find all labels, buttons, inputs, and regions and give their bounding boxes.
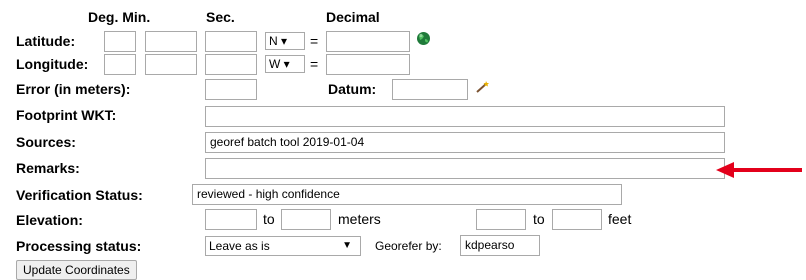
- processing-selected-value: Leave as is: [209, 239, 270, 253]
- error-label: Error (in meters):: [16, 81, 131, 97]
- elevation-to-label-1: to: [263, 211, 275, 227]
- header-sec: Sec.: [206, 9, 235, 25]
- longitude-label: Longitude:: [16, 56, 89, 72]
- processing-label: Processing status:: [16, 238, 142, 254]
- elevation-feet-unit: feet: [608, 211, 632, 227]
- dropdown-arrow-icon: ▼: [342, 240, 352, 251]
- longitude-equals: =: [310, 56, 319, 72]
- magic-wand-icon[interactable]: [475, 80, 491, 94]
- header-deg-min: Deg. Min.: [88, 9, 151, 25]
- latitude-label: Latitude:: [16, 33, 76, 49]
- longitude-hemisphere-select[interactable]: W ▾: [265, 55, 305, 73]
- footprint-label: Footprint WKT:: [16, 107, 117, 123]
- georefer-input[interactable]: kdpearso: [460, 235, 540, 256]
- update-coordinates-button[interactable]: Update Coordinates: [16, 260, 137, 280]
- verification-input[interactable]: reviewed - high confidence: [192, 184, 622, 205]
- longitude-decimal-input[interactable]: [326, 54, 410, 75]
- longitude-min-input[interactable]: [145, 54, 197, 75]
- datum-label: Datum:: [328, 81, 377, 97]
- processing-status-select[interactable]: Leave as is ▼: [205, 236, 361, 256]
- remarks-input[interactable]: [205, 158, 725, 179]
- elevation-meters-unit: meters: [338, 211, 381, 227]
- latitude-sec-input[interactable]: [205, 31, 257, 52]
- header-decimal: Decimal: [326, 9, 380, 25]
- datum-input[interactable]: [392, 79, 468, 100]
- elevation-from-feet-input[interactable]: [476, 209, 526, 230]
- longitude-sec-input[interactable]: [205, 54, 257, 75]
- sources-input[interactable]: georef batch tool 2019-01-04: [205, 132, 725, 153]
- elevation-to-meters-input[interactable]: [281, 209, 331, 230]
- elevation-from-meters-input[interactable]: [205, 209, 257, 230]
- latitude-hemisphere-select[interactable]: N ▾: [265, 32, 305, 50]
- error-input[interactable]: [205, 79, 257, 100]
- verification-label: Verification Status:: [16, 187, 143, 203]
- sources-label: Sources:: [16, 134, 76, 150]
- red-arrow-annotation: [716, 162, 802, 178]
- longitude-deg-input[interactable]: [104, 54, 136, 75]
- remarks-label: Remarks:: [16, 160, 80, 176]
- latitude-equals: =: [310, 33, 319, 49]
- latitude-deg-input[interactable]: [104, 31, 136, 52]
- globe-icon[interactable]: [416, 31, 431, 46]
- latitude-decimal-input[interactable]: [326, 31, 410, 52]
- latitude-min-input[interactable]: [145, 31, 197, 52]
- footprint-input[interactable]: [205, 106, 725, 127]
- elevation-to-label-2: to: [533, 211, 545, 227]
- georefer-label: Georefer by:: [375, 239, 442, 253]
- elevation-to-feet-input[interactable]: [552, 209, 602, 230]
- elevation-label: Elevation:: [16, 212, 83, 228]
